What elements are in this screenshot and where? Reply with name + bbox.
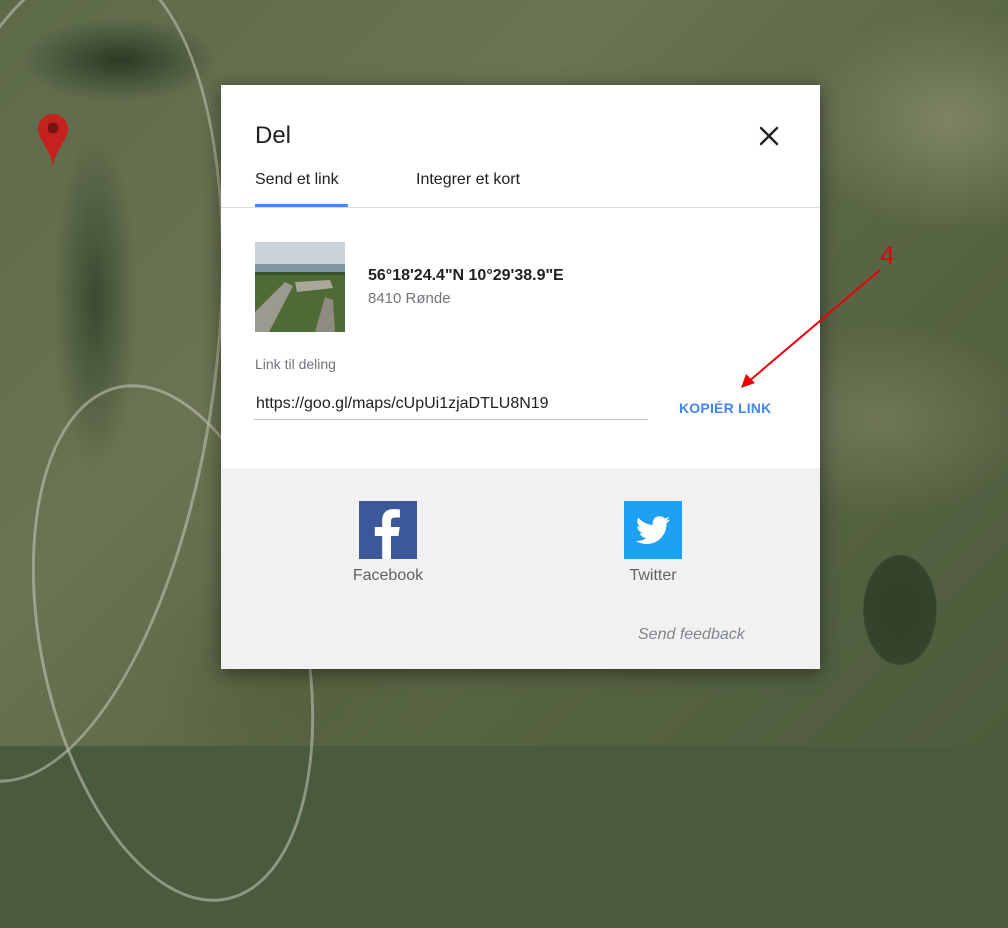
close-icon[interactable] [754,121,784,151]
share-link-input[interactable] [254,389,648,420]
active-tab-indicator [255,204,348,207]
twitter-icon [624,501,682,559]
facebook-label: Facebook [352,567,424,584]
tab-embed-map[interactable]: Integrer et kort [416,171,520,189]
tab-bar: Send et link Integrer et kort [221,159,820,208]
twitter-label: Twitter [629,567,677,584]
facebook-share-button[interactable]: Facebook [328,501,448,585]
social-share-panel: Facebook Twitter Send feedback [221,468,820,669]
share-link-label: Link til deling [255,356,336,372]
facebook-icon [359,501,417,559]
place-thumbnail [255,242,345,332]
annotation-number: 4 [880,240,895,270]
send-feedback-link[interactable]: Send feedback [638,626,745,644]
twitter-share-button[interactable]: Twitter [593,501,713,585]
tab-send-link[interactable]: Send et link [255,171,339,189]
place-address: 8410 Rønde [368,290,451,307]
place-coordinates: 56°18'24.4"N 10°29'38.9"E [368,267,564,284]
share-dialog: Del Send et link Integrer et kort 56°18'… [221,85,820,669]
copy-link-button[interactable]: KOPIÉR LINK [679,400,771,416]
dialog-title: Del [255,122,292,149]
location-pin-icon[interactable] [36,112,70,172]
